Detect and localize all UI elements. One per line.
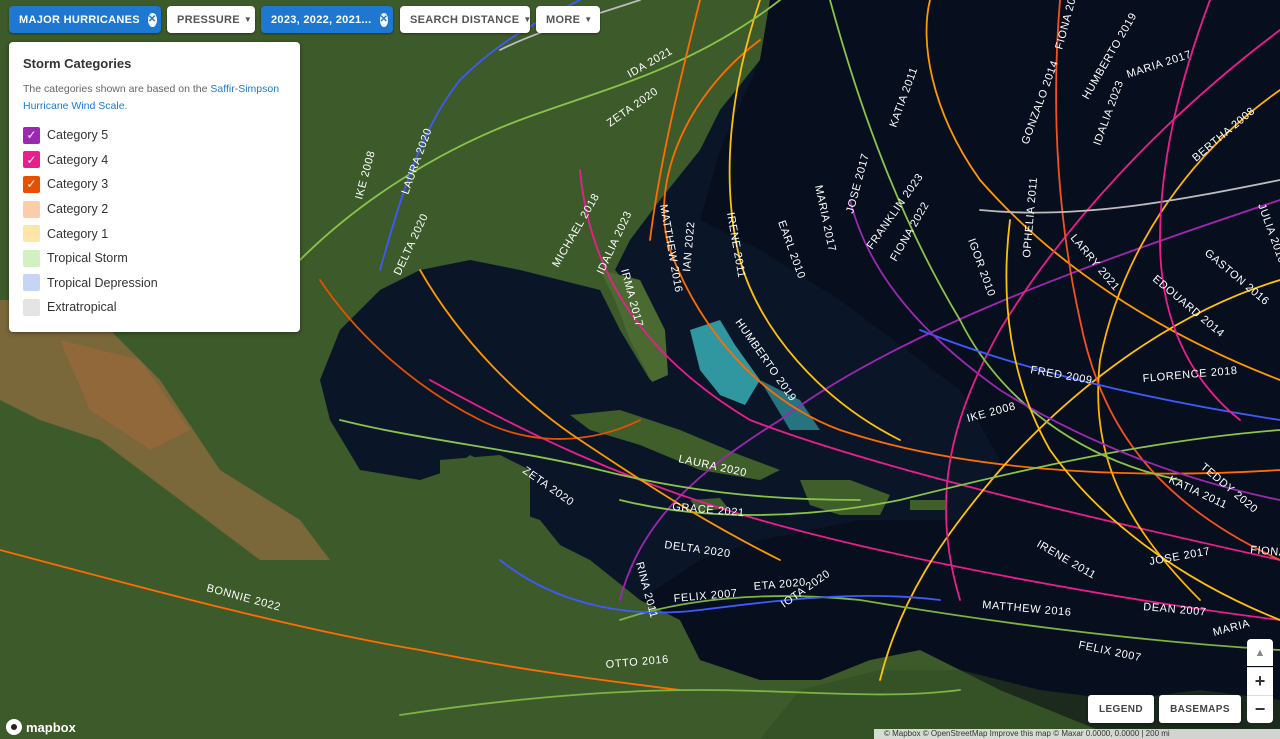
category-list: ✓ Category 5 ✓ Category 4 ✓ Category 3 Categor… — [23, 123, 286, 320]
category-toggle[interactable]: Extratropical — [23, 295, 286, 320]
category-label: Category 5 — [47, 128, 109, 143]
category-label: Category 1 — [47, 226, 109, 241]
checkbox-icon[interactable] — [23, 225, 40, 243]
category-toggle[interactable]: ✓ Category 4 — [23, 148, 286, 173]
category-toggle[interactable]: Category 1 — [23, 221, 286, 246]
category-label: Category 4 — [47, 152, 109, 167]
category-toggle[interactable]: ✓ Category 3 — [23, 172, 286, 197]
checkbox-checked-icon[interactable]: ✓ — [23, 151, 40, 169]
mapbox-logo-icon — [6, 719, 22, 735]
chevron-down-icon: ▼ — [584, 15, 593, 24]
legend-button[interactable]: LEGEND — [1088, 695, 1154, 723]
filter-chip-years[interactable]: 2023, 2022, 2021... ✕ — [261, 6, 393, 33]
checkbox-icon[interactable] — [23, 249, 40, 267]
chip-label: MORE — [546, 13, 581, 26]
legend-title: Storm Categories — [23, 56, 132, 71]
category-toggle[interactable]: Category 2 — [23, 197, 286, 222]
map-attribution[interactable]: © Mapbox © OpenStreetMap Improve this ma… — [874, 729, 1280, 739]
category-label: Category 2 — [47, 202, 109, 217]
filter-search-distance-dropdown[interactable]: SEARCH DISTANCE ▼ — [400, 6, 532, 33]
filter-chip-major-hurricanes[interactable]: MAJOR HURRICANES ✕ — [9, 6, 161, 33]
checkbox-icon[interactable] — [23, 200, 40, 218]
compass-icon[interactable]: ▲ — [1247, 639, 1273, 666]
chip-label: SEARCH DISTANCE — [410, 13, 520, 26]
category-label: Tropical Depression — [47, 275, 158, 290]
basemaps-button[interactable]: BASEMAPS — [1159, 695, 1241, 723]
legend-desc-suffix: . — [124, 100, 128, 112]
category-toggle[interactable]: ✓ Category 5 — [23, 123, 286, 148]
category-label: Extratropical — [47, 300, 117, 315]
chip-label: PRESSURE — [177, 13, 240, 26]
filter-more-dropdown[interactable]: MORE ▼ — [536, 6, 600, 33]
chevron-down-icon: ▼ — [243, 15, 253, 24]
category-label: Tropical Storm — [47, 251, 128, 266]
chevron-down-icon: ▼ — [523, 15, 532, 24]
land-puerto-rico — [910, 500, 945, 510]
legend-desc-text: The categories shown are based on the — [23, 83, 211, 95]
storm-categories-legend: Storm Categories The categories shown ar… — [9, 42, 300, 332]
checkbox-checked-icon[interactable]: ✓ — [23, 126, 40, 144]
category-label: Category 3 — [47, 177, 109, 192]
category-toggle[interactable]: Tropical Depression — [23, 271, 286, 296]
mapbox-logo[interactable]: mapbox — [6, 719, 76, 735]
zoom-in-button[interactable]: + — [1247, 667, 1273, 695]
chip-label: 2023, 2022, 2021... — [271, 13, 372, 26]
legend-description: The categories shown are based on the Sa… — [23, 81, 286, 115]
checkbox-icon[interactable] — [23, 274, 40, 292]
mapbox-logo-text: mapbox — [26, 719, 76, 735]
category-toggle[interactable]: Tropical Storm — [23, 246, 286, 271]
zoom-out-button[interactable]: − — [1247, 695, 1273, 723]
checkbox-icon[interactable] — [23, 298, 40, 316]
chip-label: MAJOR HURRICANES — [19, 13, 140, 26]
close-icon[interactable]: ✕ — [147, 12, 157, 27]
checkbox-checked-icon[interactable]: ✓ — [23, 175, 40, 193]
close-icon[interactable]: ✕ — [379, 12, 389, 27]
filter-pressure-dropdown[interactable]: PRESSURE ▼ — [167, 6, 255, 33]
